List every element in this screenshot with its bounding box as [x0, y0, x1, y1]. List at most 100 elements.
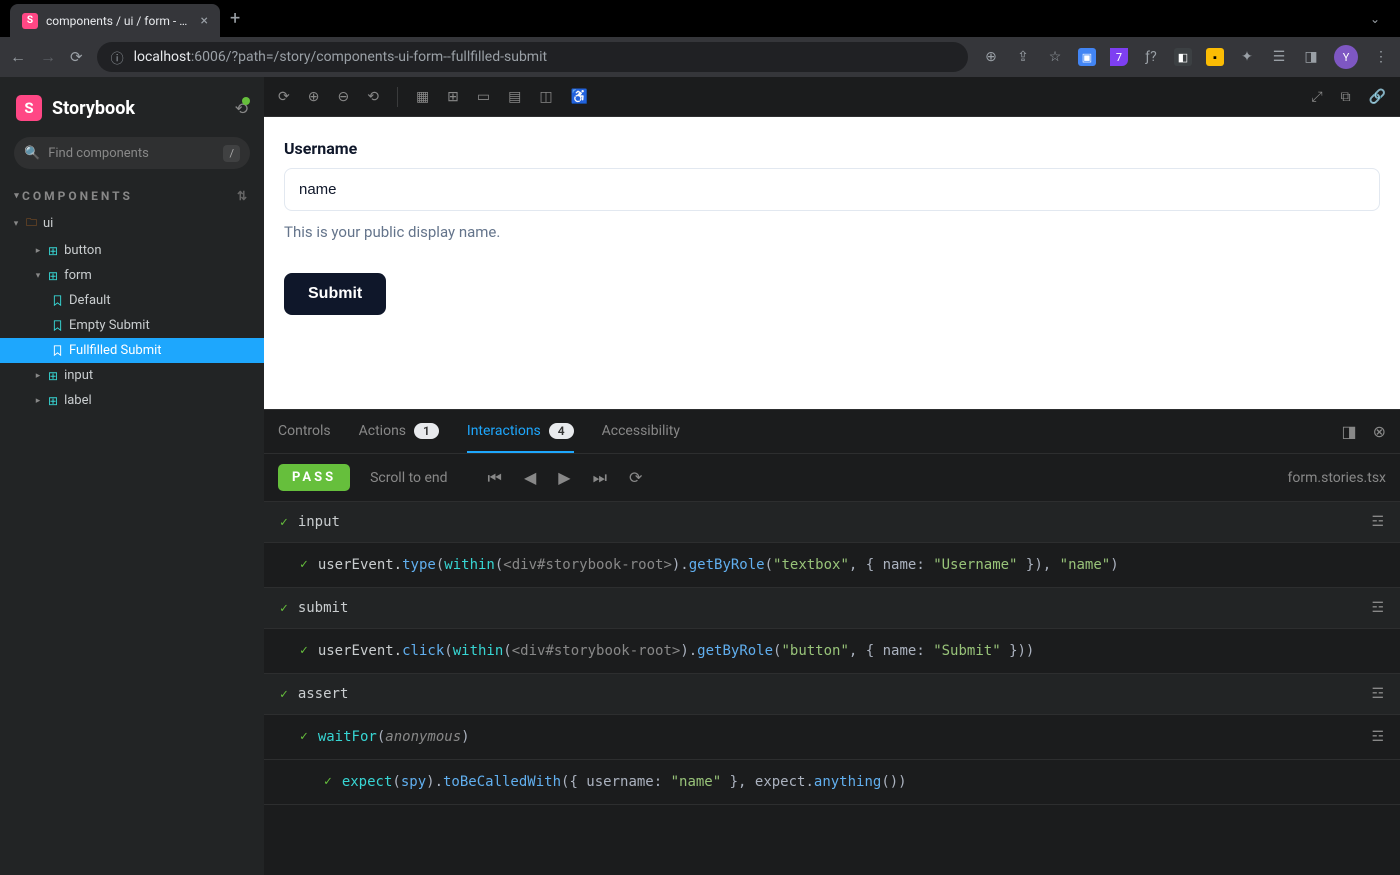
step-back-icon[interactable]: ◀ — [524, 468, 536, 488]
side-panel-icon[interactable]: ◨ — [1302, 49, 1320, 65]
storybook-favicon: S — [22, 13, 38, 29]
tree-component-label[interactable]: ▸⊞ label — [0, 388, 264, 413]
reading-list-icon[interactable]: ☰ — [1270, 49, 1288, 65]
refresh-icon[interactable]: ⟲ — [235, 99, 248, 118]
tree-story-default[interactable]: Default — [0, 288, 264, 313]
list-menu-icon[interactable]: ☲ — [1371, 600, 1384, 616]
tree-label: form — [64, 268, 92, 283]
interaction-step[interactable]: ✓ userEvent.type(within(<div#storybook-r… — [264, 543, 1400, 588]
tree-label: input — [64, 368, 93, 383]
list-menu-icon[interactable]: ☲ — [1371, 686, 1384, 702]
close-tab-icon[interactable]: × — [201, 13, 208, 29]
forward-button[interactable]: → — [40, 47, 56, 67]
url-text: localhost:6006/?path=/story/components-u… — [134, 49, 547, 65]
username-help-text: This is your public display name. — [284, 223, 1380, 241]
tree-section-heading[interactable]: ▾ COMPONENTS ⇅ — [0, 183, 264, 209]
measure-icon[interactable]: ▤ — [508, 89, 521, 105]
extension-dark-icon[interactable]: ◧ — [1174, 48, 1192, 66]
tab-label: Actions — [359, 423, 406, 439]
tree-story-fullfilled-submit[interactable]: Fullfilled Submit — [0, 338, 264, 363]
tree-component-button[interactable]: ▸⊞ button — [0, 238, 264, 263]
step-forward-icon[interactable]: ▶ — [558, 468, 570, 488]
address-bar[interactable]: ⓘ localhost:6006/?path=/story/components… — [97, 42, 968, 72]
browser-tab[interactable]: S components / ui / form - Fullfil × — [10, 4, 220, 37]
interaction-step[interactable]: ✓ userEvent.click(within(<div#storybook-… — [264, 629, 1400, 674]
tree-label: Empty Submit — [69, 318, 150, 333]
addon-close-icon[interactable]: ⊗ — [1373, 422, 1386, 441]
submit-button[interactable]: Submit — [284, 273, 386, 315]
chrome-menu-icon[interactable]: ⋮ — [1372, 49, 1390, 65]
fast-forward-icon[interactable]: ⏭ — [593, 468, 607, 488]
tree-component-input[interactable]: ▸⊞ input — [0, 363, 264, 388]
playback-controls: ⏮ ◀ ▶ ⏭ ⟳ — [488, 468, 643, 488]
extension-badge-icon[interactable]: 7 — [1110, 48, 1128, 66]
tree-label: Fullfilled Submit — [69, 343, 162, 358]
tree-folder-ui[interactable]: ▾🗀 ui — [0, 209, 264, 238]
search-placeholder: Find components — [48, 146, 215, 161]
accessibility-icon[interactable]: ♿ — [571, 89, 588, 105]
check-icon: ✓ — [324, 774, 332, 789]
zoom-out-icon[interactable]: ⊖ — [337, 89, 349, 105]
interaction-step[interactable]: ✓ waitFor(anonymous) ☲ — [264, 715, 1400, 760]
bookmark-icon — [52, 345, 63, 356]
interaction-group-input[interactable]: ✓ input ☲ — [264, 502, 1400, 543]
tab-accessibility[interactable]: Accessibility — [602, 410, 680, 453]
zoom-reset-icon[interactable]: ⟲ — [367, 89, 379, 105]
component-icon: ⊞ — [48, 394, 58, 408]
interactions-toolbar: PASS Scroll to end ⏮ ◀ ▶ ⏭ ⟳ form.storie… — [264, 454, 1400, 502]
extension-translate-icon[interactable]: ▣ — [1078, 48, 1096, 66]
tree-story-empty-submit[interactable]: Empty Submit — [0, 313, 264, 338]
bookmark-icon — [52, 320, 63, 331]
search-input[interactable]: 🔍 Find components / — [14, 137, 250, 169]
addon-position-icon[interactable]: ◨ — [1341, 422, 1356, 441]
tabs-dropdown-icon[interactable]: ⌄ — [1370, 12, 1380, 26]
profile-avatar[interactable]: Y — [1334, 45, 1358, 69]
tab-label: Interactions — [467, 423, 541, 439]
zoom-in-icon[interactable]: ⊕ — [308, 89, 320, 105]
storybook-app: S Storybook ⟲ 🔍 Find components / ▾ COMP… — [0, 77, 1400, 875]
bookmark-icon[interactable]: ☆ — [1046, 49, 1064, 65]
new-tab-button[interactable]: + — [230, 8, 240, 29]
interaction-step[interactable]: ✓ expect(spy).toBeCalledWith({ username:… — [264, 760, 1400, 805]
extension-icon[interactable]: ƒ? — [1142, 49, 1160, 65]
check-icon: ✓ — [280, 601, 288, 616]
explorer-tree: ▾ COMPONENTS ⇅ ▾🗀 ui ▸⊞ button ▾⊞ form D… — [0, 183, 264, 413]
extension-yellow-icon[interactable]: ▪ — [1206, 48, 1224, 66]
background-icon[interactable]: ▦ — [416, 89, 429, 105]
reload-button[interactable]: ⟳ — [70, 48, 83, 66]
viewport-icon[interactable]: ▭ — [477, 89, 490, 105]
sidebar-header: S Storybook ⟲ — [0, 77, 264, 131]
rewind-icon[interactable]: ⏮ — [488, 468, 502, 488]
zoom-icon[interactable]: ⊕ — [982, 49, 1000, 65]
interaction-group-submit[interactable]: ✓ submit ☲ — [264, 588, 1400, 629]
share-icon[interactable]: ⇪ — [1014, 49, 1032, 65]
tree-component-form[interactable]: ▾⊞ form — [0, 263, 264, 288]
scroll-to-end-button[interactable]: Scroll to end — [370, 470, 447, 486]
link-icon[interactable]: 🔗 — [1369, 89, 1386, 105]
fullscreen-icon[interactable]: ⤢ — [1311, 89, 1322, 105]
remount-icon[interactable]: ⟳ — [278, 89, 290, 105]
story-file-name: form.stories.tsx — [1288, 470, 1386, 486]
replay-icon[interactable]: ⟳ — [629, 468, 642, 488]
code-line: userEvent.click(within(<div#storybook-ro… — [318, 643, 1035, 659]
tab-badge: 4 — [549, 423, 574, 439]
check-icon: ✓ — [280, 687, 288, 702]
grid-icon[interactable]: ⊞ — [447, 89, 459, 105]
tab-actions[interactable]: Actions 1 — [359, 410, 439, 453]
back-button[interactable]: ← — [10, 47, 26, 67]
list-menu-icon[interactable]: ☲ — [1371, 514, 1384, 530]
sort-icon[interactable]: ⇅ — [237, 189, 250, 203]
bookmark-icon — [52, 295, 63, 306]
site-info-icon[interactable]: ⓘ — [111, 48, 124, 67]
tree-label: label — [64, 393, 92, 408]
tab-controls[interactable]: Controls — [278, 410, 331, 453]
open-new-tab-icon[interactable]: ⧉ — [1341, 89, 1351, 105]
component-icon: ⊞ — [48, 244, 58, 258]
username-input[interactable] — [284, 168, 1380, 211]
preview-canvas: Username This is your public display nam… — [264, 117, 1400, 409]
extensions-menu-icon[interactable]: ✦ — [1238, 49, 1256, 65]
tab-interactions[interactable]: Interactions 4 — [467, 410, 574, 453]
list-menu-icon[interactable]: ☲ — [1371, 729, 1384, 745]
outline-icon[interactable]: ◫ — [539, 89, 552, 105]
interaction-group-assert[interactable]: ✓ assert ☲ — [264, 674, 1400, 715]
